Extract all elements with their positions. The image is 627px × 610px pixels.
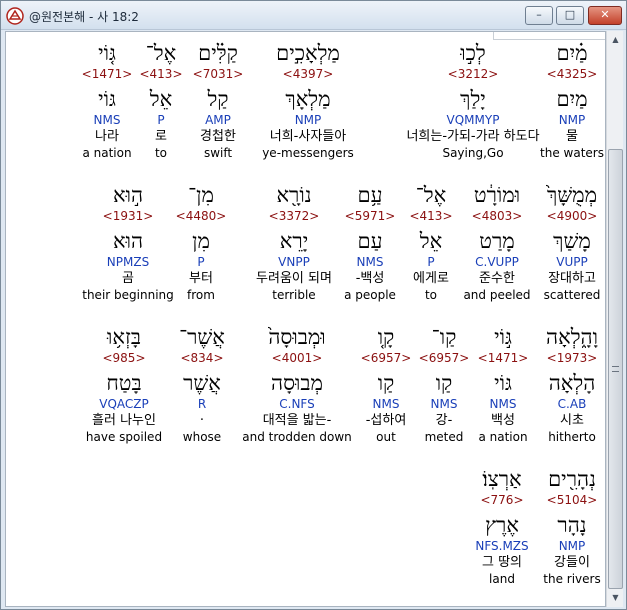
morphology-code: NPMZS bbox=[106, 255, 150, 269]
morphology-code: VQMMYP bbox=[446, 113, 500, 127]
lexical-form: יָלַךְ bbox=[460, 87, 486, 111]
interlinear-panel: מַ֗יִם <4325> מַיִם NMP 물 the waters לְכ֣וּ <32… bbox=[5, 31, 606, 607]
lexical-form: הוּא bbox=[112, 229, 144, 253]
interlinear-word[interactable]: בָּזְא֥וּ <985> בָּטַח VQACZP 흘러 나누인 have spo… bbox=[54, 324, 194, 445]
morphology-code: NFS.MZS bbox=[475, 539, 529, 553]
strong-number-link[interactable]: <1931> bbox=[58, 208, 198, 224]
english-gloss: a nation bbox=[82, 146, 132, 160]
vertical-scrollbar[interactable]: ▲ ▼ bbox=[606, 31, 623, 607]
english-gloss: Saying,Go bbox=[442, 146, 504, 160]
hebrew-word: לְכ֣וּ bbox=[460, 41, 486, 65]
maximize-button[interactable]: □ bbox=[556, 6, 584, 25]
strong-number-link[interactable]: <3212> bbox=[403, 66, 543, 82]
strong-number-link[interactable]: <985> bbox=[54, 350, 194, 366]
window-title: @원전본해 - 사 18:2 bbox=[29, 10, 139, 24]
scroll-thumb[interactable] bbox=[608, 149, 623, 589]
hebrew-word: גּ֤וֹי bbox=[98, 41, 116, 65]
title-bar[interactable]: @원전본해 - 사 18:2 – □ ✕ bbox=[1, 1, 626, 30]
scroll-down-arrow-icon[interactable]: ▼ bbox=[608, 590, 623, 606]
verse-divider-box bbox=[493, 32, 605, 40]
english-gloss: their beginning bbox=[82, 288, 174, 302]
korean-gloss: 곰 bbox=[122, 271, 134, 286]
lexical-form: בָּטַח bbox=[106, 371, 142, 395]
scroll-up-arrow-icon[interactable]: ▲ bbox=[608, 32, 623, 48]
strong-number-link[interactable]: <1471> bbox=[37, 66, 177, 82]
minimize-button[interactable]: – bbox=[525, 6, 553, 25]
interlinear-word[interactable]: לְכ֣וּ <3212> יָלַךְ VQMMYP 너희는-가되-가라 하도다 Say… bbox=[403, 40, 543, 161]
morphology-code: NMS bbox=[93, 113, 121, 127]
app-window: @원전본해 - 사 18:2 – □ ✕ מַ֗יִם <4325> מַיִם NM… bbox=[0, 0, 627, 610]
close-button[interactable]: ✕ bbox=[588, 6, 622, 25]
lexical-form: אֶרֶץ bbox=[485, 513, 519, 537]
korean-gloss: 흘러 나누인 bbox=[92, 413, 156, 428]
hebrew-word: ה֣וּא bbox=[112, 183, 144, 207]
lexical-form: גּוֹי bbox=[98, 87, 116, 111]
english-gloss: have spoiled bbox=[85, 430, 163, 444]
interlinear-word[interactable]: ה֣וּא <1931> הוּא NPMZS 곰 their beginning bbox=[58, 182, 198, 303]
korean-gloss: 그 땅의 bbox=[481, 555, 522, 570]
bible-app-icon bbox=[6, 7, 24, 25]
english-gloss: land bbox=[489, 572, 515, 586]
hebrew-word: בָּזְא֥וּ bbox=[107, 325, 141, 349]
hebrew-word: אַרְצֽוֹ׃ bbox=[482, 467, 522, 491]
korean-gloss: 너희는-가되-가라 하도다 bbox=[406, 129, 540, 144]
korean-gloss: 나라 bbox=[95, 129, 119, 144]
interlinear-word[interactable]: גּ֤וֹי <1471> גּוֹי NMS 나라 a nation bbox=[37, 40, 177, 161]
interlinear-word[interactable]: אַרְצֽוֹ׃ <776> אֶרֶץ NFS.MZS 그 땅의 land bbox=[432, 466, 572, 587]
strong-number-link[interactable]: <776> bbox=[432, 492, 572, 508]
grip-icon bbox=[612, 366, 619, 372]
morphology-code: VQACZP bbox=[99, 397, 149, 411]
